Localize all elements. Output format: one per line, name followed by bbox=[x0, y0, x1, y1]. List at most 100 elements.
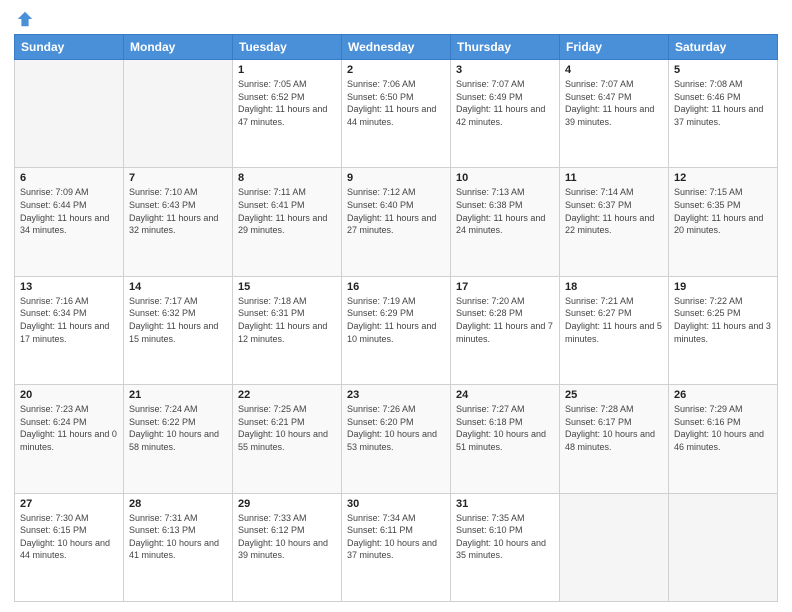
day-info: Sunrise: 7:12 AM Sunset: 6:40 PM Dayligh… bbox=[347, 186, 445, 236]
logo bbox=[14, 10, 34, 28]
calendar-cell: 31 Sunrise: 7:35 AM Sunset: 6:10 PM Dayli… bbox=[451, 493, 560, 601]
day-info: Sunrise: 7:26 AM Sunset: 6:20 PM Dayligh… bbox=[347, 403, 445, 453]
calendar-cell: 24Sunrise: 7:27 AM Sunset: 6:18 PM Dayli… bbox=[451, 385, 560, 493]
calendar-cell: 14 Sunrise: 7:17 AM Sunset: 6:32 PM Dayli… bbox=[124, 276, 233, 384]
day-number: 1 bbox=[238, 64, 336, 76]
calendar-cell: 18 Sunrise: 7:21 AM Sunset: 6:27 PM Dayli… bbox=[560, 276, 669, 384]
day-info: Sunrise: 7:35 AM Sunset: 6:10 PM Dayligh… bbox=[456, 512, 554, 562]
calendar-cell: 30 Sunrise: 7:34 AM Sunset: 6:11 PM Dayli… bbox=[342, 493, 451, 601]
calendar-cell: 8Sunrise: 7:11 AM Sunset: 6:41 PM Daylig… bbox=[233, 168, 342, 276]
calendar-cell: 2 Sunrise: 7:06 AM Sunset: 6:50 PM Daylig… bbox=[342, 60, 451, 168]
calendar-cell: 4 Sunrise: 7:07 AM Sunset: 6:47 PM Daylig… bbox=[560, 60, 669, 168]
day-header-thursday: Thursday bbox=[451, 35, 560, 60]
day-info: Sunrise: 7:22 AM Sunset: 6:25 PM Dayligh… bbox=[674, 295, 772, 345]
calendar-header: SundayMondayTuesdayWednesdayThursdayFrid… bbox=[15, 35, 778, 60]
day-number: 29 bbox=[238, 498, 336, 510]
day-info: Sunrise: 7:07 AM Sunset: 6:47 PM Dayligh… bbox=[565, 78, 663, 128]
day-number: 7 bbox=[129, 172, 227, 184]
week-row-1: 1 Sunrise: 7:05 AM Sunset: 6:52 PM Daylig… bbox=[15, 60, 778, 168]
calendar-cell: 16 Sunrise: 7:19 AM Sunset: 6:29 PM Dayli… bbox=[342, 276, 451, 384]
day-number: 16 bbox=[347, 281, 445, 293]
day-header-monday: Monday bbox=[124, 35, 233, 60]
day-header-sunday: Sunday bbox=[15, 35, 124, 60]
calendar-cell: 28Sunrise: 7:31 AM Sunset: 6:13 PM Dayli… bbox=[124, 493, 233, 601]
calendar-body: 1 Sunrise: 7:05 AM Sunset: 6:52 PM Daylig… bbox=[15, 60, 778, 602]
week-row-3: 13Sunrise: 7:16 AM Sunset: 6:34 PM Dayli… bbox=[15, 276, 778, 384]
day-number: 9 bbox=[347, 172, 445, 184]
day-info: Sunrise: 7:19 AM Sunset: 6:29 PM Dayligh… bbox=[347, 295, 445, 345]
day-number: 12 bbox=[674, 172, 772, 184]
day-info: Sunrise: 7:10 AM Sunset: 6:43 PM Dayligh… bbox=[129, 186, 227, 236]
day-header-saturday: Saturday bbox=[669, 35, 778, 60]
day-info: Sunrise: 7:24 AM Sunset: 6:22 PM Dayligh… bbox=[129, 403, 227, 453]
day-number: 6 bbox=[20, 172, 118, 184]
header bbox=[14, 10, 778, 28]
calendar-cell bbox=[15, 60, 124, 168]
day-number: 17 bbox=[456, 281, 554, 293]
day-info: Sunrise: 7:33 AM Sunset: 6:12 PM Dayligh… bbox=[238, 512, 336, 562]
calendar-cell: 5 Sunrise: 7:08 AM Sunset: 6:46 PM Daylig… bbox=[669, 60, 778, 168]
day-info: Sunrise: 7:20 AM Sunset: 6:28 PM Dayligh… bbox=[456, 295, 554, 345]
day-number: 3 bbox=[456, 64, 554, 76]
calendar-cell: 25Sunrise: 7:28 AM Sunset: 6:17 PM Dayli… bbox=[560, 385, 669, 493]
day-header-tuesday: Tuesday bbox=[233, 35, 342, 60]
day-number: 30 bbox=[347, 498, 445, 510]
day-header-wednesday: Wednesday bbox=[342, 35, 451, 60]
day-number: 14 bbox=[129, 281, 227, 293]
calendar-cell: 1 Sunrise: 7:05 AM Sunset: 6:52 PM Daylig… bbox=[233, 60, 342, 168]
day-info: Sunrise: 7:08 AM Sunset: 6:46 PM Dayligh… bbox=[674, 78, 772, 128]
week-row-5: 27 Sunrise: 7:30 AM Sunset: 6:15 PM Dayli… bbox=[15, 493, 778, 601]
calendar-cell: 11 Sunrise: 7:14 AM Sunset: 6:37 PM Dayli… bbox=[560, 168, 669, 276]
calendar-cell: 12Sunrise: 7:15 AM Sunset: 6:35 PM Dayli… bbox=[669, 168, 778, 276]
day-number: 11 bbox=[565, 172, 663, 184]
header-row: SundayMondayTuesdayWednesdayThursdayFrid… bbox=[15, 35, 778, 60]
day-number: 10 bbox=[456, 172, 554, 184]
calendar-cell bbox=[124, 60, 233, 168]
week-row-4: 20Sunrise: 7:23 AM Sunset: 6:24 PM Dayli… bbox=[15, 385, 778, 493]
day-info: Sunrise: 7:25 AM Sunset: 6:21 PM Dayligh… bbox=[238, 403, 336, 453]
day-info: Sunrise: 7:14 AM Sunset: 6:37 PM Dayligh… bbox=[565, 186, 663, 236]
day-number: 18 bbox=[565, 281, 663, 293]
day-number: 31 bbox=[456, 498, 554, 510]
day-number: 2 bbox=[347, 64, 445, 76]
calendar: SundayMondayTuesdayWednesdayThursdayFrid… bbox=[14, 34, 778, 602]
day-info: Sunrise: 7:21 AM Sunset: 6:27 PM Dayligh… bbox=[565, 295, 663, 345]
day-header-friday: Friday bbox=[560, 35, 669, 60]
calendar-cell: 13Sunrise: 7:16 AM Sunset: 6:34 PM Dayli… bbox=[15, 276, 124, 384]
calendar-cell: 19 Sunrise: 7:22 AM Sunset: 6:25 PM Dayli… bbox=[669, 276, 778, 384]
day-info: Sunrise: 7:06 AM Sunset: 6:50 PM Dayligh… bbox=[347, 78, 445, 128]
day-number: 22 bbox=[238, 389, 336, 401]
day-info: Sunrise: 7:34 AM Sunset: 6:11 PM Dayligh… bbox=[347, 512, 445, 562]
day-info: Sunrise: 7:18 AM Sunset: 6:31 PM Dayligh… bbox=[238, 295, 336, 345]
day-number: 25 bbox=[565, 389, 663, 401]
day-number: 19 bbox=[674, 281, 772, 293]
calendar-cell: 26 Sunrise: 7:29 AM Sunset: 6:16 PM Dayli… bbox=[669, 385, 778, 493]
day-info: Sunrise: 7:29 AM Sunset: 6:16 PM Dayligh… bbox=[674, 403, 772, 453]
day-number: 15 bbox=[238, 281, 336, 293]
day-number: 21 bbox=[129, 389, 227, 401]
calendar-cell: 23 Sunrise: 7:26 AM Sunset: 6:20 PM Dayli… bbox=[342, 385, 451, 493]
calendar-cell: 10 Sunrise: 7:13 AM Sunset: 6:38 PM Dayli… bbox=[451, 168, 560, 276]
day-number: 27 bbox=[20, 498, 118, 510]
day-number: 28 bbox=[129, 498, 227, 510]
day-info: Sunrise: 7:09 AM Sunset: 6:44 PM Dayligh… bbox=[20, 186, 118, 236]
day-info: Sunrise: 7:05 AM Sunset: 6:52 PM Dayligh… bbox=[238, 78, 336, 128]
day-info: Sunrise: 7:17 AM Sunset: 6:32 PM Dayligh… bbox=[129, 295, 227, 345]
calendar-cell: 6 Sunrise: 7:09 AM Sunset: 6:44 PM Daylig… bbox=[15, 168, 124, 276]
calendar-cell: 7 Sunrise: 7:10 AM Sunset: 6:43 PM Daylig… bbox=[124, 168, 233, 276]
calendar-cell: 27 Sunrise: 7:30 AM Sunset: 6:15 PM Dayli… bbox=[15, 493, 124, 601]
day-info: Sunrise: 7:13 AM Sunset: 6:38 PM Dayligh… bbox=[456, 186, 554, 236]
calendar-cell: 3 Sunrise: 7:07 AM Sunset: 6:49 PM Daylig… bbox=[451, 60, 560, 168]
day-info: Sunrise: 7:11 AM Sunset: 6:41 PM Dayligh… bbox=[238, 186, 336, 236]
day-info: Sunrise: 7:23 AM Sunset: 6:24 PM Dayligh… bbox=[20, 403, 118, 453]
day-number: 5 bbox=[674, 64, 772, 76]
day-number: 13 bbox=[20, 281, 118, 293]
day-number: 23 bbox=[347, 389, 445, 401]
day-info: Sunrise: 7:07 AM Sunset: 6:49 PM Dayligh… bbox=[456, 78, 554, 128]
day-number: 4 bbox=[565, 64, 663, 76]
day-number: 26 bbox=[674, 389, 772, 401]
day-info: Sunrise: 7:27 AM Sunset: 6:18 PM Dayligh… bbox=[456, 403, 554, 453]
day-info: Sunrise: 7:30 AM Sunset: 6:15 PM Dayligh… bbox=[20, 512, 118, 562]
logo-icon bbox=[16, 10, 34, 28]
calendar-cell: 17 Sunrise: 7:20 AM Sunset: 6:28 PM Dayli… bbox=[451, 276, 560, 384]
